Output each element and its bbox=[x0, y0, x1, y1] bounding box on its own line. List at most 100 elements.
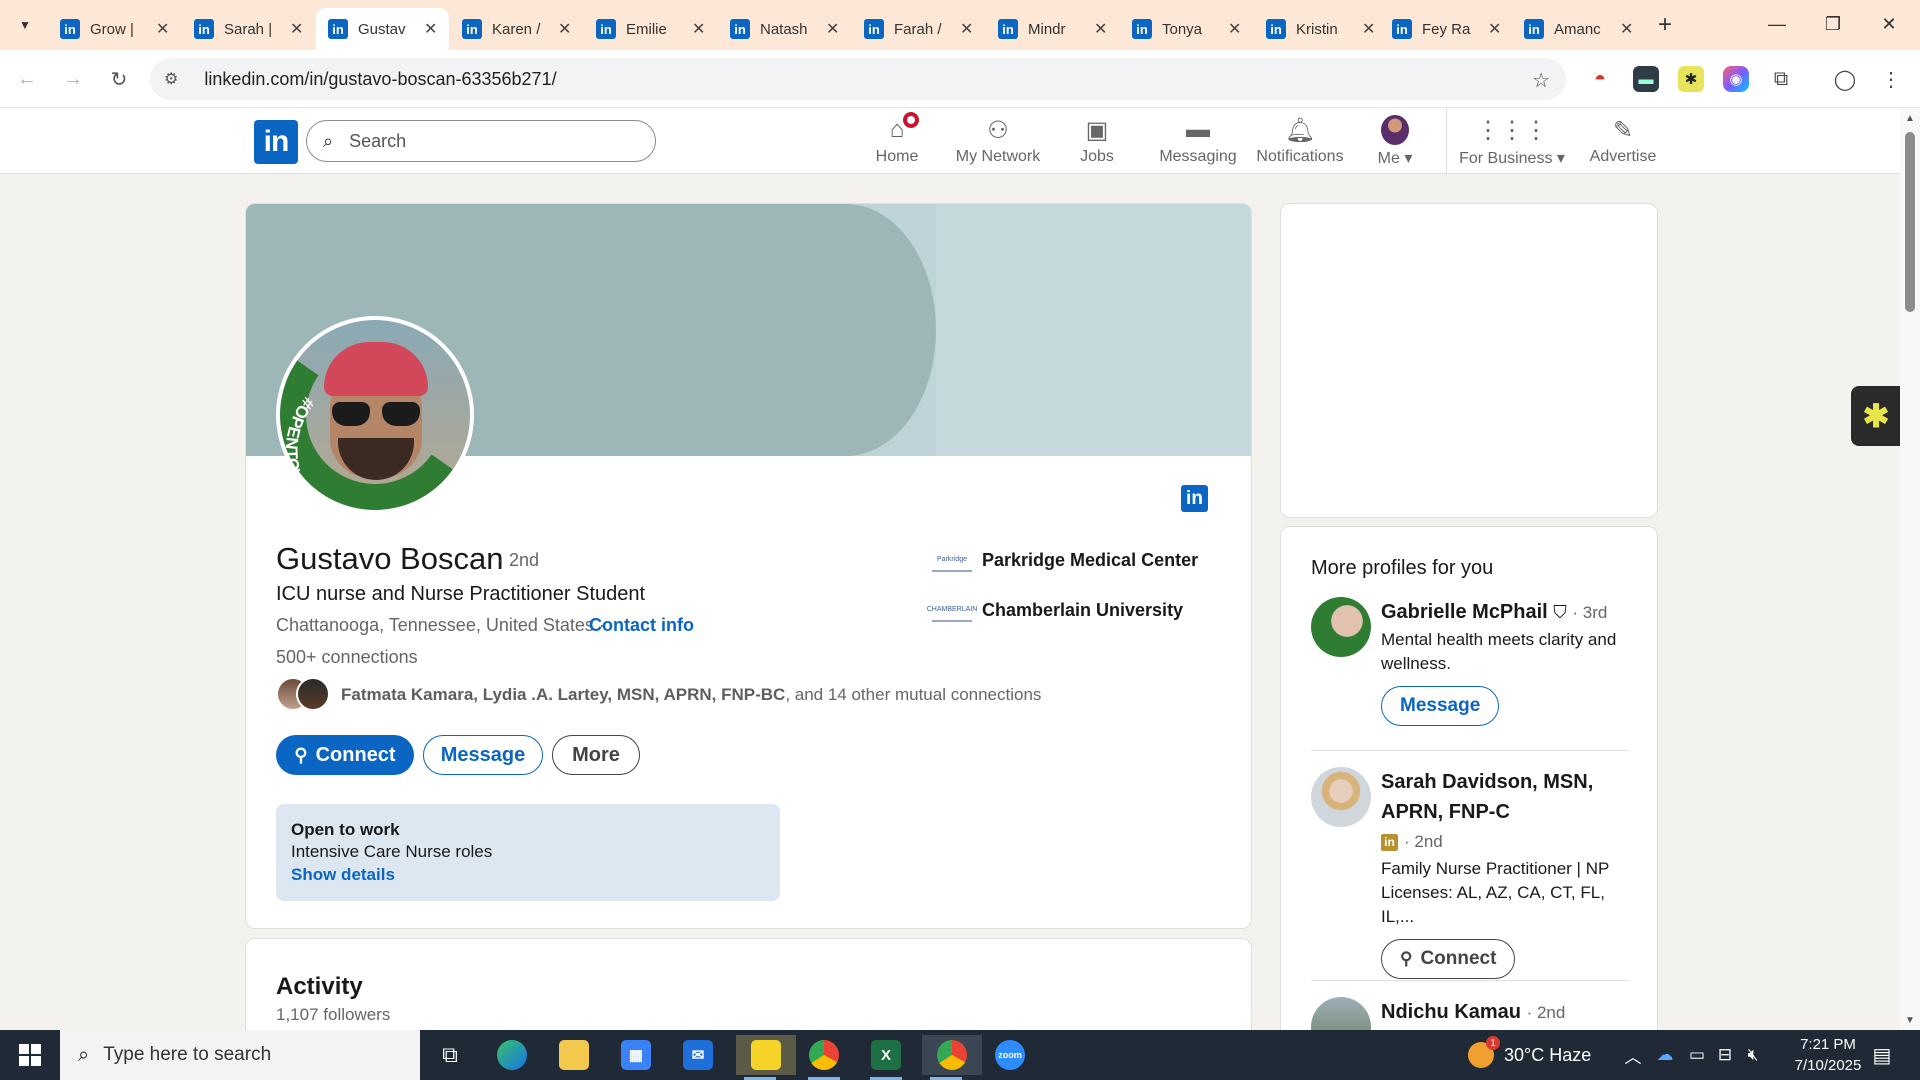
spark-extension-icon[interactable]: ✱ bbox=[1678, 66, 1704, 92]
chrome-icon[interactable] bbox=[800, 1035, 848, 1080]
camera-extension-icon[interactable]: ◉ bbox=[1723, 66, 1749, 92]
close-icon[interactable]: ✕ bbox=[692, 19, 705, 39]
taskbar-search[interactable]: ⌕ Type here to search bbox=[60, 1030, 420, 1080]
browser-tab[interactable]: in Natash ✕ bbox=[718, 8, 851, 50]
pokeball-extension-icon[interactable]: ◓ bbox=[1587, 66, 1613, 92]
current-company[interactable]: Parkridge Parkridge Medical Center bbox=[932, 548, 1198, 572]
connect-button[interactable]: ⚲ Connect bbox=[276, 735, 414, 775]
connections-count[interactable]: 500+ connections bbox=[276, 647, 418, 668]
profile-name[interactable]: Sarah Davidson, MSN, APRN, FNP-C bbox=[1381, 767, 1629, 827]
browser-tab[interactable]: in Emilie ✕ bbox=[584, 8, 717, 50]
close-icon[interactable]: ✕ bbox=[960, 19, 973, 39]
show-details-link[interactable]: Show details bbox=[291, 865, 395, 885]
sticky-notes-icon[interactable] bbox=[736, 1035, 796, 1080]
browser-tab[interactable]: in Grow | ✕ bbox=[48, 8, 181, 50]
close-icon[interactable]: ✕ bbox=[1488, 19, 1501, 39]
close-icon[interactable]: ✕ bbox=[826, 19, 839, 39]
zoom-icon[interactable]: zoom bbox=[986, 1035, 1034, 1075]
close-icon[interactable]: ✕ bbox=[1094, 19, 1107, 39]
nav-for-business[interactable]: ⋮⋮⋮ For Business ▾ bbox=[1459, 116, 1565, 174]
task-view-icon[interactable]: ⧉ bbox=[426, 1035, 474, 1075]
browser-tab[interactable]: in Sarah | ✕ bbox=[182, 8, 315, 50]
school-logo: CHAMBERLAIN bbox=[927, 598, 977, 622]
linkedin-logo[interactable]: in bbox=[254, 120, 298, 164]
battery-icon[interactable]: ▭ bbox=[1684, 1044, 1710, 1066]
open-to-work-card[interactable]: Open to work Intensive Care Nurse roles … bbox=[276, 804, 780, 901]
window-close-icon[interactable]: ✕ bbox=[1866, 8, 1912, 40]
browser-tab[interactable]: in Amanc ✕ bbox=[1512, 8, 1645, 50]
nav-my-network[interactable]: ⚇ My Network bbox=[950, 116, 1046, 174]
close-icon[interactable]: ✕ bbox=[156, 19, 169, 39]
reload-icon[interactable]: ↻ bbox=[104, 64, 134, 94]
add-person-icon: ⚲ bbox=[1400, 949, 1413, 968]
extensions-puzzle-icon[interactable]: ⧉ bbox=[1768, 66, 1794, 92]
browser-tab[interactable]: in Fey Ra ✕ bbox=[1380, 8, 1513, 50]
volume-muted-icon[interactable]: 🔇︎ bbox=[1740, 1044, 1766, 1066]
new-tab-plus-icon[interactable]: + bbox=[1650, 10, 1680, 40]
microsoft-store-icon[interactable]: ▦ bbox=[612, 1035, 660, 1075]
search-input[interactable] bbox=[349, 130, 610, 152]
search-box[interactable]: ⌕ bbox=[306, 120, 656, 162]
nav-me[interactable]: Me ▾ bbox=[1370, 115, 1420, 174]
close-icon[interactable]: ✕ bbox=[1228, 19, 1241, 39]
browser-tab-active[interactable]: in Gustav ✕ bbox=[316, 8, 450, 50]
connect-button[interactable]: ⚲ Connect bbox=[1381, 939, 1516, 979]
close-icon[interactable]: ✕ bbox=[424, 19, 437, 39]
nav-messaging[interactable]: ▬ Messaging bbox=[1158, 116, 1238, 174]
mutual-connections-avatars[interactable] bbox=[276, 677, 332, 711]
nav-divider bbox=[1446, 108, 1447, 174]
excel-icon[interactable]: X bbox=[862, 1035, 910, 1080]
close-icon[interactable]: ✕ bbox=[1620, 19, 1633, 39]
close-icon[interactable]: ✕ bbox=[290, 19, 303, 39]
weather-widget[interactable]: 30°C Haze bbox=[1468, 1030, 1591, 1080]
nav-notifications[interactable]: 🔔︎ Notifications bbox=[1252, 116, 1348, 174]
back-arrow-icon[interactable]: ← bbox=[12, 64, 42, 94]
notification-center-icon[interactable]: ▤ bbox=[1868, 1042, 1896, 1068]
browser-tab[interactable]: in Kristin ✕ bbox=[1254, 8, 1387, 50]
close-icon[interactable]: ✕ bbox=[558, 19, 571, 39]
file-explorer-icon[interactable] bbox=[550, 1035, 598, 1075]
scroll-down-arrow-icon[interactable]: ▼ bbox=[1904, 1014, 1916, 1026]
browser-tab[interactable]: in Tonya ✕ bbox=[1120, 8, 1253, 50]
avatar[interactable] bbox=[1311, 597, 1371, 657]
mutual-connections-text[interactable]: Fatmata Kamara, Lydia .A. Lartey, MSN, A… bbox=[341, 685, 1041, 705]
message-button[interactable]: Message bbox=[423, 735, 543, 775]
scroll-thumb[interactable] bbox=[1905, 132, 1915, 312]
nav-jobs[interactable]: ▣ Jobs bbox=[1076, 116, 1118, 174]
tab-search-icon[interactable]: ▼ bbox=[10, 12, 40, 38]
start-button[interactable] bbox=[0, 1030, 60, 1080]
show-hidden-icons-chevron-icon[interactable]: ︿ bbox=[1620, 1044, 1646, 1067]
nav-home[interactable]: ⌂ Home bbox=[872, 110, 922, 174]
site-info-icon[interactable]: ⚙ bbox=[164, 69, 178, 89]
browser-tab[interactable]: in Karen / ✕ bbox=[450, 8, 583, 50]
message-button[interactable]: Message bbox=[1381, 686, 1500, 726]
profile-icon[interactable]: ◯ bbox=[1832, 66, 1858, 92]
contact-info-link[interactable]: Contact info bbox=[589, 615, 694, 636]
network-icon[interactable]: ⊟ bbox=[1712, 1044, 1738, 1066]
bookmark-star-icon[interactable]: ☆ bbox=[1532, 68, 1550, 93]
floating-spark-widget-icon[interactable]: ✱ bbox=[1851, 386, 1901, 446]
nav-advertise[interactable]: ✎ Advertise bbox=[1582, 116, 1664, 174]
education-school[interactable]: CHAMBERLAIN Chamberlain University bbox=[927, 598, 1183, 622]
address-bar[interactable]: ⚙ linkedin.com/in/gustavo-boscan-63356b2… bbox=[150, 58, 1566, 100]
restore-icon[interactable]: ❐ bbox=[1810, 8, 1856, 40]
minimize-icon[interactable]: — bbox=[1754, 8, 1800, 40]
scroll-up-arrow-icon[interactable]: ▲ bbox=[1904, 112, 1916, 124]
taskbar-clock[interactable]: 7:21 PM 7/10/2025 bbox=[1778, 1034, 1878, 1076]
avatar[interactable] bbox=[1311, 767, 1371, 827]
page-scrollbar[interactable]: ▲ ▼ bbox=[1900, 108, 1920, 1030]
mail-icon[interactable]: ✉ bbox=[674, 1035, 722, 1075]
avatar bbox=[1381, 115, 1409, 145]
kebab-menu-icon[interactable]: ⋮ bbox=[1878, 66, 1904, 92]
chrome-profile-icon[interactable] bbox=[922, 1035, 982, 1080]
onedrive-cloud-icon[interactable]: ☁ bbox=[1652, 1044, 1678, 1066]
forward-arrow-icon[interactable]: → bbox=[58, 64, 88, 94]
close-icon[interactable]: ✕ bbox=[1362, 19, 1375, 39]
browser-tab[interactable]: in Mindr ✕ bbox=[986, 8, 1119, 50]
profile-photo[interactable]: #OPENTOWORK bbox=[276, 316, 474, 520]
edge-browser-icon[interactable] bbox=[488, 1035, 536, 1075]
more-button[interactable]: More bbox=[552, 735, 640, 775]
extension-icon[interactable]: ▬ bbox=[1633, 66, 1659, 92]
url-text[interactable]: linkedin.com/in/gustavo-boscan-63356b271… bbox=[204, 69, 556, 90]
browser-tab[interactable]: in Farah / ✕ bbox=[852, 8, 985, 50]
